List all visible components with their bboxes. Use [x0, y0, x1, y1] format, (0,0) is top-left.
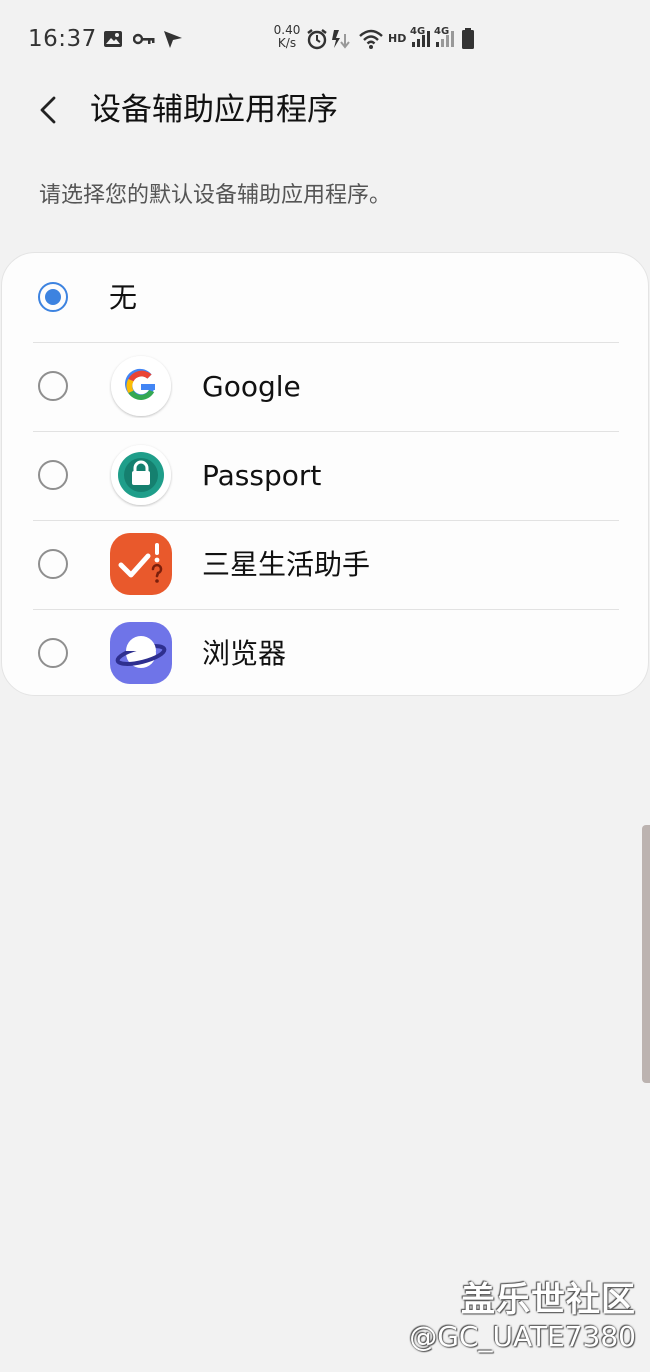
gallery-icon — [104, 31, 122, 47]
divider — [33, 609, 619, 610]
wifi-icon — [359, 29, 383, 49]
divider — [33, 520, 619, 521]
page-title: 设备辅助应用程序 — [90, 92, 338, 128]
option-google[interactable]: Google — [2, 342, 650, 431]
network-speed: 0.40 K/s — [272, 24, 302, 50]
browser-planet-icon — [110, 622, 172, 684]
scrollbar-thumb[interactable] — [642, 825, 650, 1083]
radio-unselected[interactable] — [38, 638, 68, 668]
page-description: 请选择您的默认设备辅助应用程序。 — [39, 183, 392, 208]
chevron-left-icon — [40, 96, 56, 124]
option-none[interactable]: 无 — [2, 253, 650, 342]
hd-label: HD — [388, 32, 407, 45]
send-icon — [164, 31, 182, 48]
divider — [33, 431, 619, 432]
option-label: 浏览器 — [202, 637, 287, 670]
network-speed-unit: K/s — [277, 36, 297, 50]
option-label: Passport — [202, 459, 322, 492]
option-label: 无 — [109, 281, 138, 314]
signal-icon — [412, 31, 430, 47]
app-bar: 设备辅助应用程序 — [0, 78, 650, 144]
alarm-icon — [307, 29, 327, 50]
radio-selected[interactable] — [38, 282, 68, 312]
data-arrows-icon — [332, 30, 350, 49]
option-browser[interactable]: 浏览器 — [2, 609, 650, 698]
samsung-life-assistant-icon — [110, 533, 172, 595]
option-label: 三星生活助手 — [202, 548, 371, 581]
vpn-key-icon — [133, 33, 155, 45]
divider — [33, 342, 619, 343]
back-button[interactable] — [30, 90, 70, 130]
status-bar: 16:37 0.40 K/s HD 4G 4G — [0, 0, 650, 78]
option-label: Google — [202, 370, 301, 403]
status-time: 16:37 — [28, 26, 97, 52]
battery-icon — [462, 28, 474, 49]
option-passport[interactable]: Passport — [2, 431, 650, 520]
google-icon — [111, 356, 171, 416]
watermark-user-handle: @GC_UATE7380 — [409, 1320, 636, 1353]
signal-icon — [436, 31, 454, 47]
radio-unselected[interactable] — [38, 460, 68, 490]
radio-unselected[interactable] — [38, 549, 68, 579]
watermark-community: 盖乐世社区 — [461, 1280, 636, 1320]
option-samsung-life-assistant[interactable]: 三星生活助手 — [2, 520, 650, 609]
options-card: 无 Google Passport 三星生活助手 浏览器 — [1, 252, 649, 696]
radio-unselected[interactable] — [38, 371, 68, 401]
passport-lock-icon — [111, 445, 171, 505]
